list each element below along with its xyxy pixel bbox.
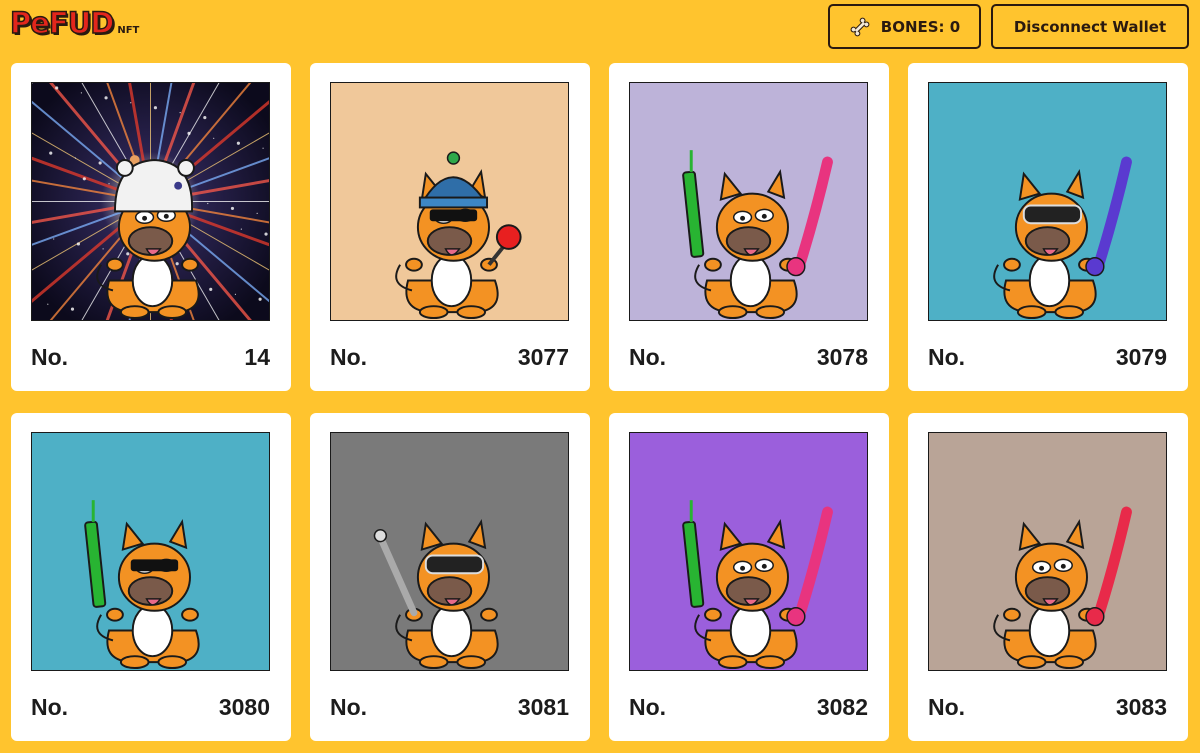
nft-card-3080[interactable]: No. 3080 — [11, 413, 291, 741]
nft-image — [629, 82, 868, 321]
nft-image — [330, 82, 569, 321]
logo-subtext: NFT — [117, 25, 140, 36]
nft-number: 3080 — [218, 694, 270, 720]
logo-text: PeFUD — [9, 5, 115, 41]
nft-number: 3078 — [816, 344, 868, 370]
pefud-logo[interactable]: PeFUD NFT — [9, 5, 140, 41]
nft-card-3078[interactable]: No. 3078 — [609, 63, 889, 391]
nft-number-prefix: No. — [31, 694, 69, 720]
nft-number-prefix: No. — [629, 694, 667, 720]
bones-button[interactable]: BONES: 0 — [828, 4, 981, 49]
bone-icon — [849, 16, 871, 38]
nft-number-prefix: No. — [31, 344, 69, 370]
nft-number: 3079 — [1115, 344, 1167, 370]
disconnect-wallet-button[interactable]: Disconnect Wallet — [991, 4, 1189, 49]
nft-grid: No. 14 No. 3077 No. 3078 No. 3079 No. 30… — [11, 63, 1188, 741]
nft-number: 3081 — [517, 694, 569, 720]
nft-number: 3077 — [517, 344, 569, 370]
nft-number: 14 — [244, 344, 270, 370]
nft-card-3083[interactable]: No. 3083 — [908, 413, 1188, 741]
nft-number-prefix: No. — [928, 344, 966, 370]
nft-image — [330, 432, 569, 671]
nft-image — [928, 82, 1167, 321]
nft-image — [31, 432, 270, 671]
nft-number-prefix: No. — [629, 344, 667, 370]
nft-number-prefix: No. — [928, 694, 966, 720]
nft-card-3079[interactable]: No. 3079 — [908, 63, 1188, 391]
nft-number-prefix: No. — [330, 694, 368, 720]
nft-card-3077[interactable]: No. 3077 — [310, 63, 590, 391]
nft-image — [629, 432, 868, 671]
nft-card-14[interactable]: No. 14 — [11, 63, 291, 391]
nft-card-3081[interactable]: No. 3081 — [310, 413, 590, 741]
nft-image — [31, 82, 270, 321]
nft-number: 3082 — [816, 694, 868, 720]
disconnect-label: Disconnect Wallet — [1013, 17, 1167, 36]
bones-label: BONES: 0 — [880, 17, 961, 36]
nft-card-3082[interactable]: No. 3082 — [609, 413, 889, 741]
nft-number-prefix: No. — [330, 344, 368, 370]
nft-number: 3083 — [1115, 694, 1167, 720]
nft-image — [928, 432, 1167, 671]
